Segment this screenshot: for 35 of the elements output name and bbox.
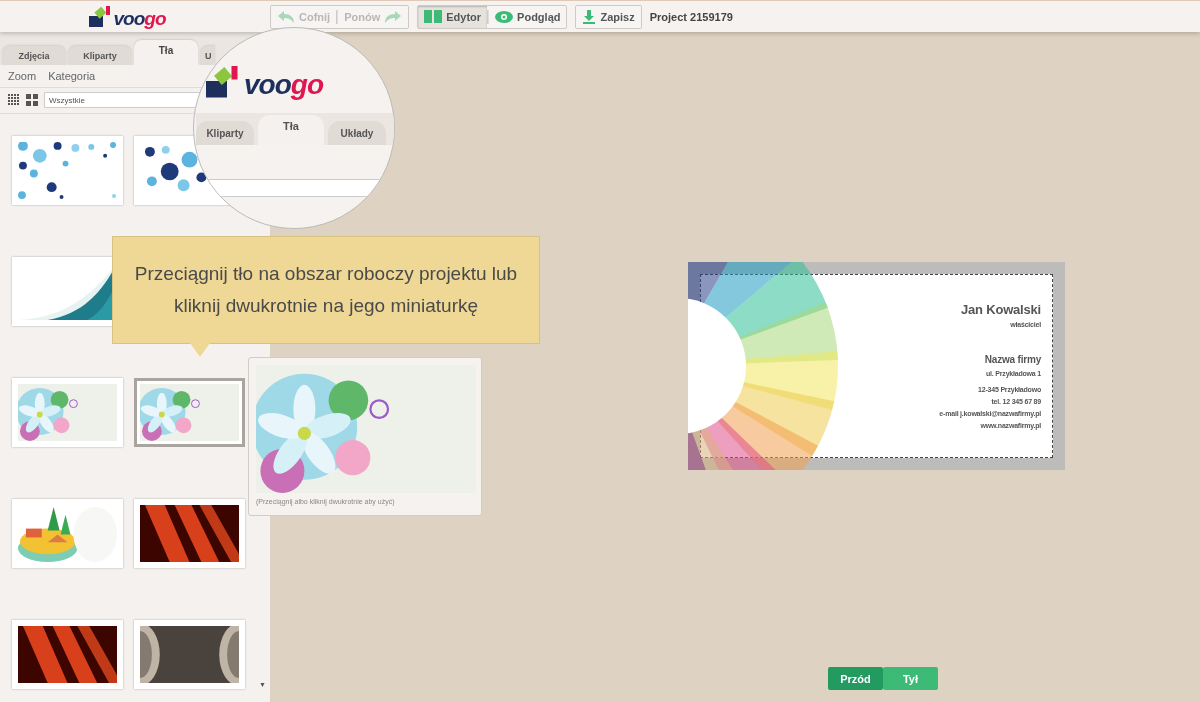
sidebar-tab[interactable]: Tła [134,40,198,65]
sidebar-tab[interactable]: Zdjęcia [2,46,66,65]
small-grid-icon[interactable] [8,94,20,106]
background-thumbnail[interactable] [12,620,123,689]
sidebar-tab[interactable]: Kliparty [68,46,132,65]
magnified-tab[interactable]: Tła [258,115,324,145]
logo-text: voogo [113,8,166,28]
editor-tab[interactable]: Edytor [418,5,488,28]
eye-icon [495,10,514,23]
download-icon [582,9,597,24]
background-thumbnail[interactable] [134,620,245,689]
card-company: Nazwa firmy [984,354,1041,365]
logo-icon [88,5,113,28]
background-thumbnail[interactable] [134,499,245,568]
magnified-tab[interactable]: Kliparty [196,121,254,145]
background-thumbnail[interactable] [12,136,123,205]
magnified-tab[interactable]: Układy [328,121,386,145]
card-name: Jan Kowalski [961,302,1041,317]
tooltip-pointer [190,343,210,357]
save-button[interactable]: Zapisz [576,5,641,28]
tooltip: Przeciągnij tło na obszar roboczy projektu lub kliknij dwukrotnie na jego miniaturkę [112,236,540,344]
book-icon [424,10,443,23]
side-toggle[interactable]: Przód [828,667,883,690]
undo-icon [277,10,295,23]
logo-text: voogo [244,71,323,99]
menu-item[interactable]: Zoom [8,70,37,82]
preview-tab[interactable]: Podgląd [489,5,567,28]
sidebar-tab[interactable]: U [200,46,215,65]
menu-item[interactable]: Kategoria [48,70,96,82]
large-grid-icon[interactable] [26,94,38,106]
project-title: Project 2159179 [649,10,733,23]
background-thumbnail[interactable] [12,499,123,568]
background-thumbnail[interactable] [12,378,123,447]
redo-icon [384,10,403,23]
background-thumbnail[interactable] [134,378,245,447]
